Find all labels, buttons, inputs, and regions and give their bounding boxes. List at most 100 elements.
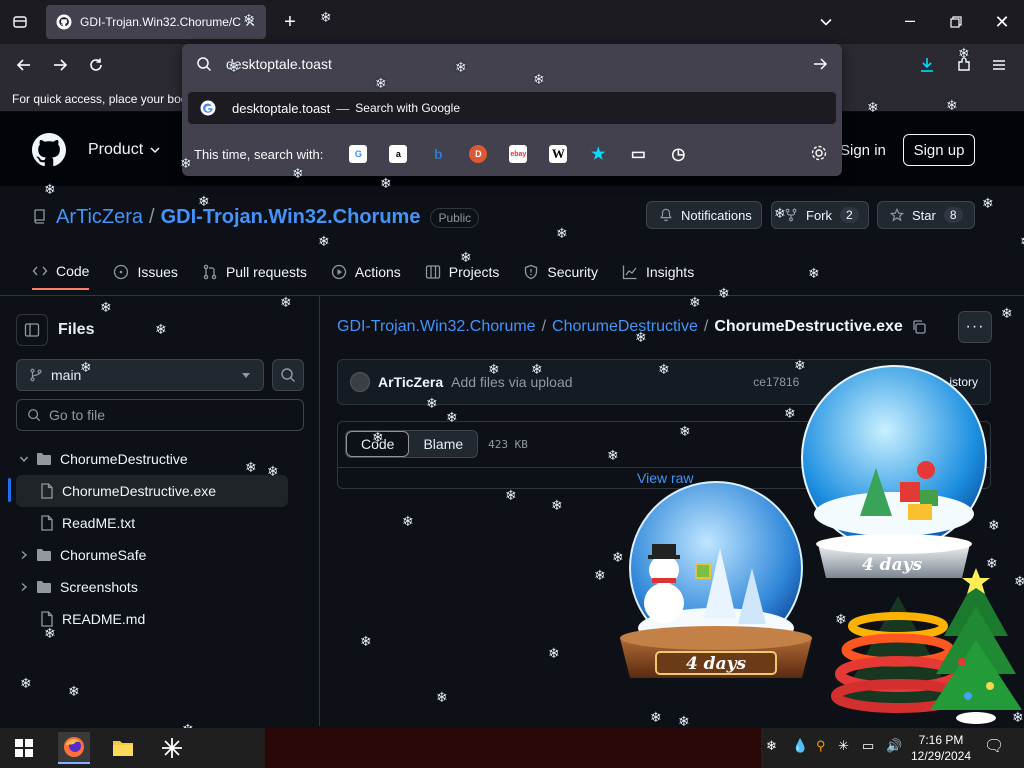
new-tab-button[interactable]: + (278, 10, 302, 34)
search-icon[interactable] (272, 359, 304, 391)
gear-icon[interactable] (810, 144, 830, 164)
github-logo-icon[interactable] (32, 133, 66, 167)
tree-item-label: ReadME.txt (62, 515, 136, 531)
tree-folder-chorumedestructive[interactable]: ChorumeDestructive (16, 443, 288, 475)
snowflake-icon: ❄ (360, 633, 372, 649)
taskbar-clock[interactable]: 7:16 PM 12/29/2024 (906, 732, 976, 764)
snowflake-icon: ❄ (505, 487, 517, 503)
tree-file-chorumedestructive-exe[interactable]: ChorumeDestructive.exe (16, 475, 288, 507)
snow-globe-gifts-overlay: 4 days (801, 365, 987, 578)
tab-pull-requests[interactable]: Pull requests (202, 254, 307, 290)
tree-file-readme-txt[interactable]: ReadME.txt (16, 507, 288, 539)
chevron-right-icon (16, 550, 32, 560)
bookmarks-engine-icon[interactable]: ★ (589, 145, 607, 163)
snowflake-icon: ❄ (436, 689, 448, 705)
go-arrow-icon[interactable] (812, 56, 828, 72)
tab-security[interactable]: Security (523, 254, 598, 290)
breadcrumb-repo-link[interactable]: GDI-Trojan.Win32.Chorume (337, 318, 536, 336)
tray-app-icon[interactable]: ❄ (766, 738, 777, 754)
suggestion-query: desktoptale.toast (232, 100, 331, 116)
tab-insights[interactable]: Insights (622, 254, 694, 290)
search-with-label: This time, search with: (194, 146, 324, 162)
window-minimize-button[interactable]: – (898, 10, 922, 34)
window-restore-button[interactable] (944, 10, 968, 34)
suggestion-separator: — (336, 100, 350, 116)
google-engine-icon[interactable]: G (349, 145, 368, 163)
files-panel-header: Files (16, 314, 94, 346)
tab-label: Security (547, 264, 598, 280)
history-engine-icon[interactable]: ◷ (669, 145, 687, 163)
more-options-button[interactable]: ··· (958, 311, 992, 343)
breadcrumb-folder-link[interactable]: ChorumeDestructive (552, 318, 698, 336)
search-with-row: This time, search with: G a b D ebay W ★… (182, 140, 842, 168)
back-arrow-icon[interactable] (11, 52, 37, 78)
commit-sha-link[interactable]: ce17816 (753, 375, 799, 389)
extensions-icon[interactable] (951, 52, 977, 78)
forward-arrow-icon[interactable] (47, 52, 73, 78)
tree-file-readme-md[interactable]: README.md (16, 603, 288, 635)
code-view-button[interactable]: Code (346, 431, 410, 457)
tree-folder-chorumesafe[interactable]: ChorumeSafe (16, 539, 288, 571)
repo-icon (32, 208, 48, 224)
branch-selector[interactable]: main (16, 359, 264, 391)
file-explorer-icon[interactable] (107, 732, 139, 764)
fork-button[interactable]: Fork 2 (771, 201, 869, 229)
commit-message-link[interactable]: Add files via upload (451, 374, 572, 390)
tab-close-icon[interactable]: ✕ (244, 14, 256, 31)
tree-folder-screenshots[interactable]: Screenshots (16, 571, 288, 603)
product-menu[interactable]: Product (88, 141, 161, 159)
tray-search-icon[interactable]: ⚲ (816, 738, 826, 754)
snowflake-app-icon[interactable] (156, 732, 188, 764)
avatar[interactable] (350, 372, 370, 392)
blame-view-button[interactable]: Blame (409, 431, 477, 457)
file-icon (40, 515, 54, 531)
repo-name-link[interactable]: GDI-Trojan.Win32.Chorume (161, 206, 421, 229)
hamburger-menu-icon[interactable] (986, 52, 1012, 78)
sign-up-button[interactable]: Sign up (903, 134, 975, 166)
file-toolbar: Code Blame 423 KB (345, 430, 528, 458)
ebay-engine-icon[interactable]: ebay (509, 145, 528, 163)
tab-projects[interactable]: Projects (425, 254, 499, 290)
search-suggestion[interactable]: desktoptale.toast — Search with Google (188, 92, 836, 124)
tabs-engine-icon[interactable]: ▭ (629, 145, 647, 163)
breadcrumb-separator: / (541, 318, 547, 335)
repo-owner-link[interactable]: ArTicZera (56, 206, 143, 229)
tray-drop-icon[interactable]: 💧 (792, 738, 808, 754)
firefox-taskbar-icon[interactable] (58, 732, 90, 764)
branch-icon (29, 368, 43, 382)
sign-in-link[interactable]: Sign in (840, 142, 886, 159)
notification-center-icon[interactable]: 🗨 (984, 736, 1004, 756)
bing-engine-icon[interactable]: b (429, 145, 447, 163)
list-all-tabs-icon[interactable] (8, 10, 32, 34)
star-label: Star (912, 207, 936, 223)
notifications-button[interactable]: Notifications (646, 201, 762, 229)
tray-snowflake-icon[interactable]: ✳ (838, 738, 849, 754)
volume-icon[interactable]: 🔊 (886, 738, 902, 754)
address-bar[interactable]: desktoptale.toast (182, 44, 842, 84)
tree-item-label: ChorumeDestructive.exe (62, 483, 217, 499)
chevron-down-icon[interactable] (814, 10, 838, 34)
sidebar-collapse-icon[interactable] (16, 314, 48, 346)
snowflake-icon: ❄ (548, 645, 560, 661)
address-input[interactable]: desktoptale.toast (226, 56, 332, 72)
windows-start-icon[interactable] (8, 732, 40, 764)
duckduckgo-engine-icon[interactable]: D (469, 145, 488, 163)
commit-author-link[interactable]: ArTicZera (378, 374, 443, 390)
tab-code[interactable]: Code (32, 254, 90, 290)
network-icon[interactable]: ▭ (862, 738, 874, 754)
breadcrumb: GDI-Trojan.Win32.Chorume / ChorumeDestru… (337, 318, 927, 336)
wikipedia-engine-icon[interactable]: W (549, 145, 568, 163)
tab-label: Issues (137, 264, 178, 280)
tab-actions[interactable]: Actions (331, 254, 401, 290)
globe-days-label: 4 days (686, 654, 747, 674)
repo-title: ArTicZera / GDI-Trojan.Win32.Chorume Pub… (56, 206, 480, 229)
go-to-file-input[interactable]: Go to file (16, 399, 304, 431)
copy-path-icon[interactable] (911, 319, 927, 335)
browser-tab-active[interactable]: GDI-Trojan.Win32.Chorume/C ✕ (46, 5, 266, 39)
star-button[interactable]: Star 8 (877, 201, 975, 229)
downloads-icon[interactable] (914, 52, 940, 78)
amazon-engine-icon[interactable]: a (389, 145, 408, 163)
tab-issues[interactable]: Issues (113, 254, 178, 290)
window-close-button[interactable]: ✕ (990, 10, 1014, 34)
reload-icon[interactable] (83, 52, 109, 78)
